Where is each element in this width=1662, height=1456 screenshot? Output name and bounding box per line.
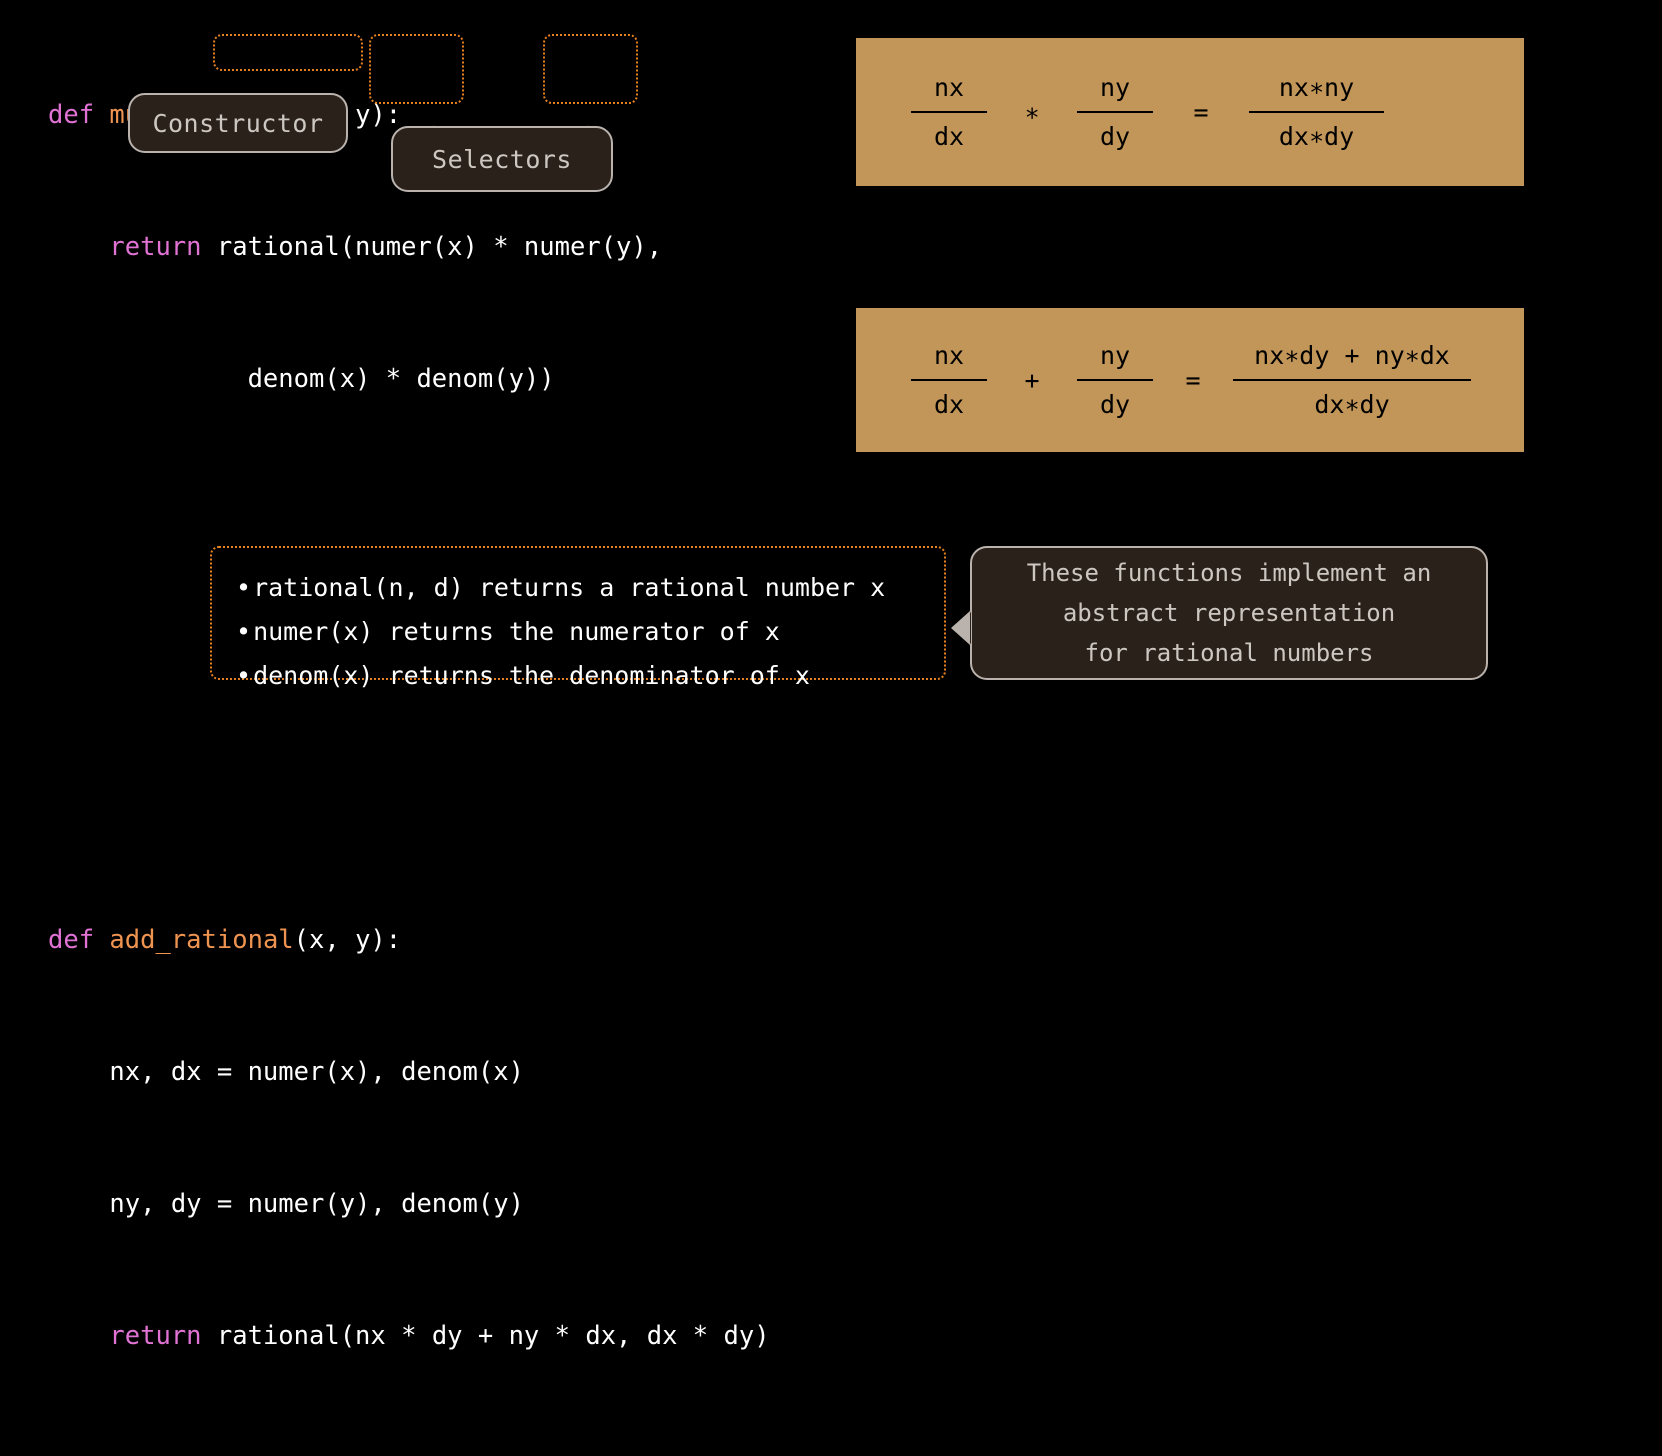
formula-multiply-right-denominator: dy — [1099, 122, 1131, 151]
formula-add-left-numerator: nx — [933, 341, 965, 370]
formula-multiply-equals: = — [1193, 97, 1209, 127]
formula-add-result-denominator: dx∗dy — [1314, 390, 1390, 419]
formula-add-left-fraction: nx dx — [911, 343, 987, 417]
abstraction-bullet-1: rational(n, d) returns a rational number… — [253, 573, 886, 602]
function-name-add-rational: add_rational — [109, 925, 294, 955]
summary-callout-line-1: These functions implement an — [1026, 559, 1432, 587]
code-line-add-def: def add_rational(x, y): — [48, 924, 862, 957]
code-blank-2 — [48, 1452, 862, 1456]
constructor-callout-label: Constructor — [152, 108, 324, 138]
list-item: • denom(x) returns the denominator of x — [236, 654, 924, 698]
formula-add-result-numerator: nx∗dy + ny∗dx — [1254, 341, 1450, 370]
abstraction-bullet-3: denom(x) returns the denominator of x — [253, 661, 810, 690]
formula-multiply-left-denominator: dx — [933, 122, 965, 151]
code-line-mul-return-rest: rational(numer(x) * numer(y), — [216, 232, 663, 262]
formula-multiply-result-fraction: nx∗ny dx∗dy — [1249, 75, 1384, 149]
formula-add-operator: + — [1024, 365, 1040, 395]
keyword-def: def — [48, 100, 110, 130]
code-line-add-return: return rational(nx * dy + ny * dx, dx * … — [48, 1320, 862, 1353]
code-line-add-return-rest: rational(nx * dy + ny * dx, dx * dy) — [216, 1321, 770, 1351]
formula-add-right-fraction: ny dy — [1077, 343, 1153, 417]
formula-multiply-right-fraction: ny dy — [1077, 75, 1153, 149]
code-line-mul-return-cont: denom(x) * denom(y)) — [48, 363, 862, 396]
formula-add-right-denominator: dy — [1099, 390, 1131, 419]
formula-add-equals: = — [1185, 365, 1201, 395]
keyword-def-2: def — [48, 925, 110, 955]
code-line-add-ny: ny, dy = numer(y), denom(y) — [48, 1188, 862, 1221]
code-line-mul-return-cont-text: denom(x) * denom(y)) — [48, 364, 555, 394]
code-line-add-nx: nx, dx = numer(x), denom(x) — [48, 1056, 862, 1089]
indent-2 — [48, 1321, 109, 1351]
abstraction-bullet-box: • rational(n, d) returns a rational numbe… — [210, 546, 946, 690]
constructor-callout: Constructor — [128, 93, 348, 153]
code-line-add-ny-text: ny, dy = numer(y), denom(y) — [48, 1189, 524, 1219]
selectors-callout: Selectors — [391, 126, 613, 192]
formula-multiply-right-numerator: ny — [1099, 73, 1131, 102]
selectors-callout-label: Selectors — [432, 144, 572, 174]
formula-panel-multiply: nx dx ∗ ny dy = nx∗ny dx∗dy — [856, 38, 1524, 186]
bullet-icon: • — [236, 617, 252, 646]
bullet-icon: • — [236, 573, 252, 602]
summary-callout-pointer-icon — [951, 611, 971, 645]
formula-multiply-operator: ∗ — [1024, 97, 1040, 127]
code-line-add-nx-text: nx, dx = numer(x), denom(x) — [48, 1057, 524, 1087]
formula-multiply-left-numerator: nx — [933, 73, 965, 102]
formula-add-left-denominator: dx — [933, 390, 965, 419]
keyword-return-2: return — [109, 1321, 217, 1351]
summary-callout-line-3: for rational numbers — [1084, 639, 1374, 667]
list-item: • numer(x) returns the numerator of x — [236, 610, 924, 654]
formula-multiply-result-denominator: dx∗dy — [1278, 122, 1355, 151]
code-line-add-def-rest: (x, y): — [293, 925, 402, 955]
list-item: • rational(n, d) returns a rational numbe… — [236, 566, 924, 610]
summary-callout-line-2: abstract representation — [1062, 599, 1396, 627]
summary-callout: These functions implement an abstract re… — [970, 546, 1488, 680]
code-blank-1 — [48, 495, 862, 528]
code-blank-1d — [48, 792, 862, 825]
bullet-icon: • — [236, 661, 252, 690]
formula-panel-add: nx dx + ny dy = nx∗dy + ny∗dx dx∗dy — [856, 308, 1524, 452]
keyword-return: return — [109, 232, 217, 262]
formula-add-result-fraction: nx∗dy + ny∗dx dx∗dy — [1233, 343, 1471, 417]
formula-multiply-left-fraction: nx dx — [911, 75, 987, 149]
formula-multiply-result-numerator: nx∗ny — [1278, 73, 1355, 102]
code-block: def mul_rational(x, y): return rational(… — [48, 0, 862, 1456]
formula-add-right-numerator: ny — [1099, 341, 1131, 370]
code-line-mul-return: return rational(numer(x) * numer(y), — [48, 231, 862, 264]
abstraction-bullet-2: numer(x) returns the numerator of x — [253, 617, 780, 646]
